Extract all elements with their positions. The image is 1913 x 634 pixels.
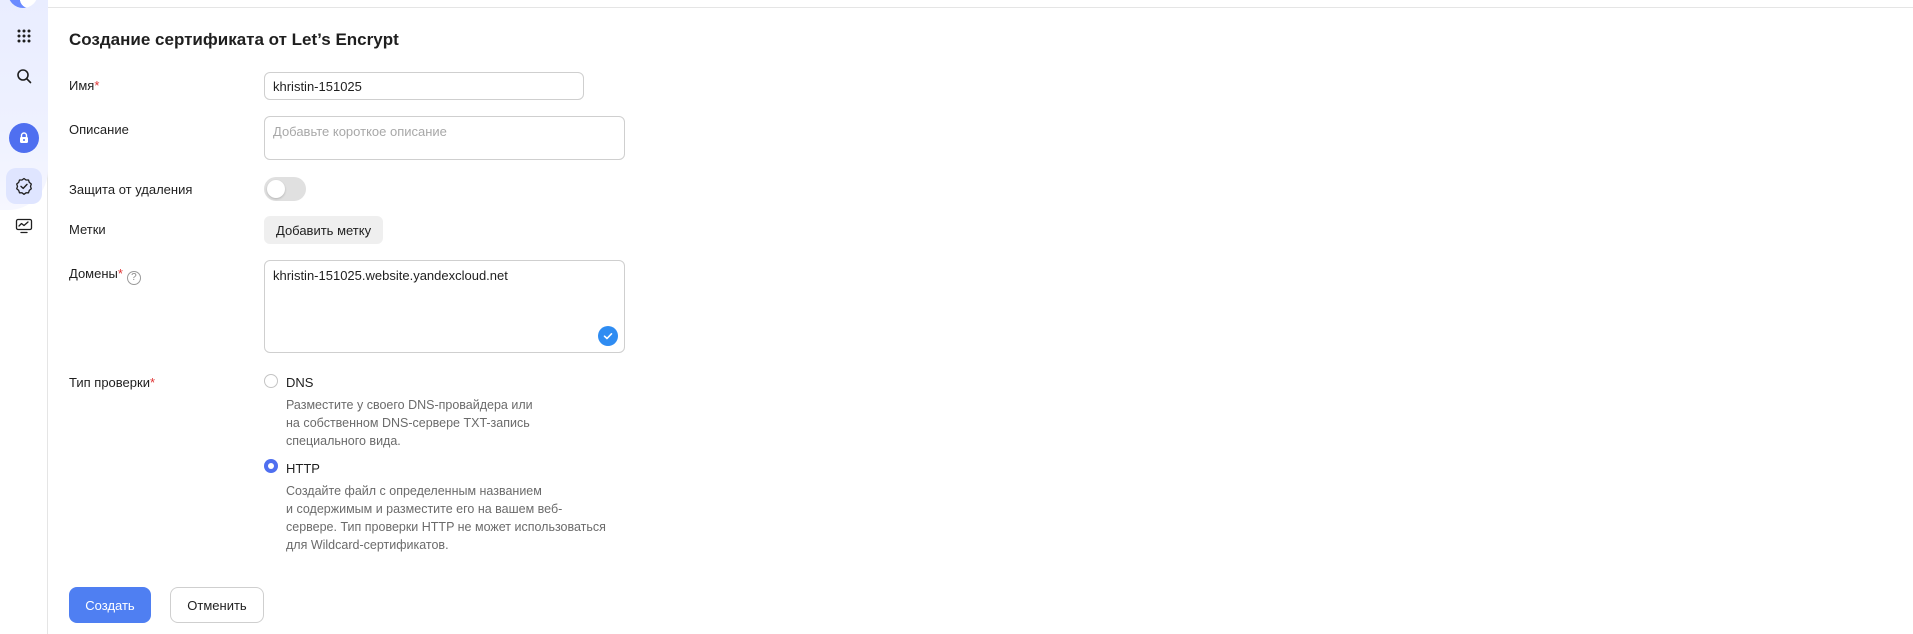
description-label: Описание xyxy=(69,122,129,137)
name-label: Имя* xyxy=(69,78,100,93)
description-input[interactable]: Добавьте короткое описание xyxy=(264,116,625,160)
deletion-protection-toggle[interactable] xyxy=(264,177,306,201)
radio-dns-description: Разместите у своего DNS-провайдера или н… xyxy=(286,398,533,448)
help-icon[interactable]: ? xyxy=(126,271,141,285)
required-mark: * xyxy=(117,266,123,281)
name-input[interactable]: khristin-151025 xyxy=(264,72,584,100)
page-title: Создание сертификата от Let’s Encrypt xyxy=(69,30,399,49)
cancel-button[interactable]: Отменить xyxy=(170,587,264,623)
deletion-protection-label: Защита от удаления xyxy=(69,182,193,197)
monitoring-icon[interactable] xyxy=(6,208,42,244)
certificate-manager-lock-icon[interactable] xyxy=(6,120,42,156)
toggle-knob xyxy=(267,180,285,198)
radio-http-description: Создайте файл с определенным названием и… xyxy=(286,484,606,552)
radio-dns[interactable] xyxy=(264,374,278,388)
create-button[interactable]: Создать xyxy=(69,587,151,623)
domains-input[interactable]: khristin-151025.website.yandexcloud.net xyxy=(264,260,625,353)
radio-http-label[interactable]: HTTP xyxy=(286,461,320,476)
apps-grid-icon[interactable] xyxy=(6,18,42,54)
sidebar xyxy=(0,0,48,634)
header-divider xyxy=(48,7,1913,8)
labels-label: Метки xyxy=(69,222,106,237)
radio-dns-label[interactable]: DNS xyxy=(286,375,313,390)
domains-label: Домены*? xyxy=(69,266,141,285)
add-label-button[interactable]: Добавить метку xyxy=(264,216,384,244)
domains-value: khristin-151025.website.yandexcloud.net xyxy=(273,268,508,283)
radio-http[interactable] xyxy=(264,459,278,473)
certificate-icon[interactable] xyxy=(6,168,42,204)
search-icon[interactable] xyxy=(6,58,42,94)
check-icon xyxy=(598,326,618,346)
required-mark: * xyxy=(149,375,156,390)
verification-type-label: Тип проверки* xyxy=(69,375,156,390)
required-mark: * xyxy=(94,78,100,93)
